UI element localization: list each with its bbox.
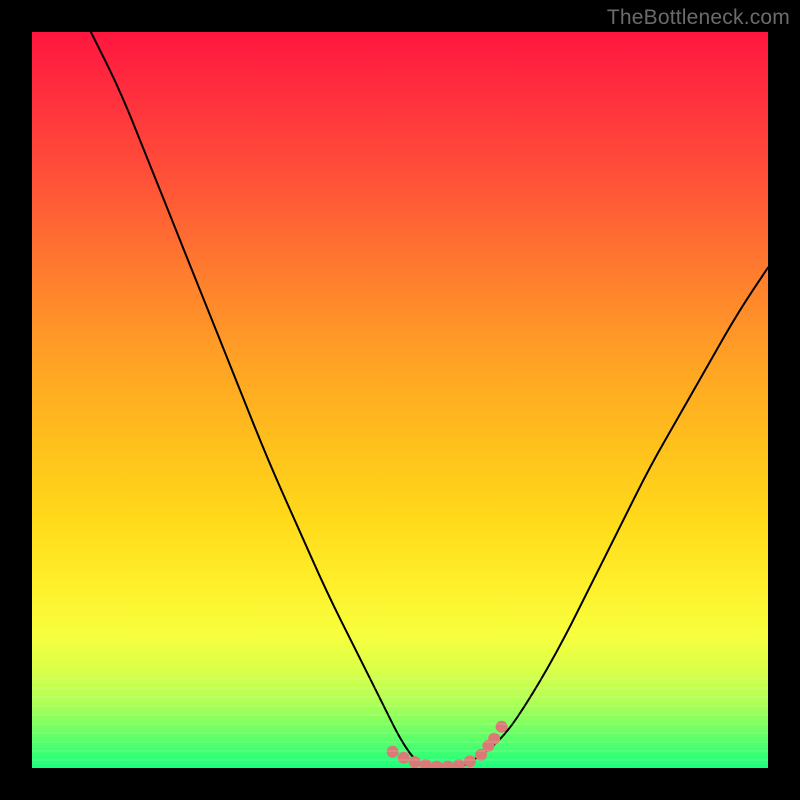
bottom-dot: [453, 759, 465, 768]
curve-svg: [32, 32, 768, 768]
bottom-dot: [442, 761, 454, 769]
bottom-dot: [464, 755, 476, 767]
plot-area: [32, 32, 768, 768]
attribution-label: TheBottleneck.com: [607, 6, 790, 30]
bottom-dot: [482, 740, 494, 752]
chart-frame: TheBottleneck.com: [0, 0, 800, 800]
bottom-dot: [488, 733, 500, 745]
bottom-dot: [409, 756, 421, 768]
bottom-dot: [431, 761, 443, 769]
bottom-dot: [496, 721, 508, 733]
bottom-dot: [420, 759, 432, 768]
bottom-dot: [398, 752, 410, 764]
bottleneck-curve: [91, 32, 768, 768]
bottom-dot: [387, 746, 399, 758]
bottom-dot: [475, 749, 487, 761]
bottom-dots: [387, 721, 508, 768]
